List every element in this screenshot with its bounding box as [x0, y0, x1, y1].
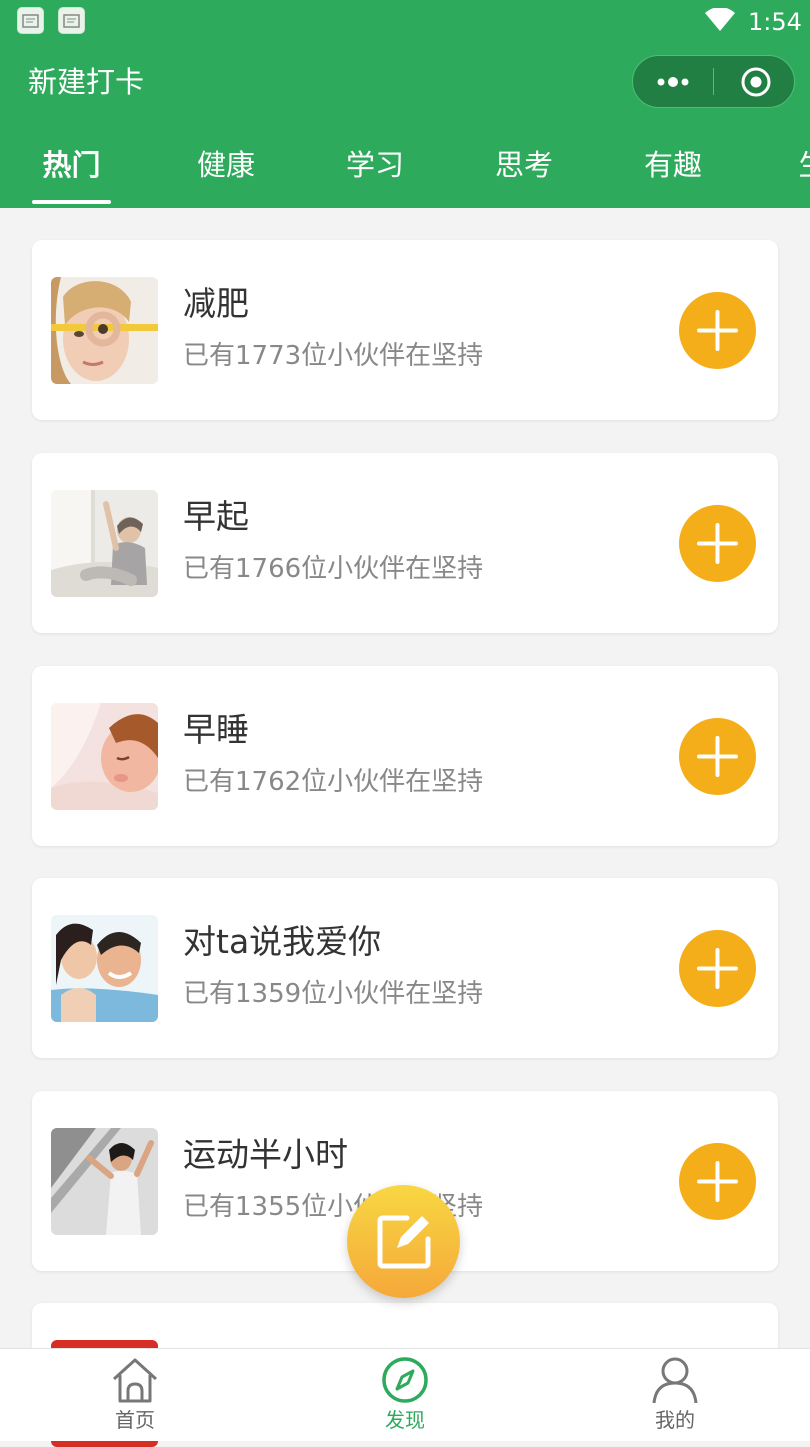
- habit-card[interactable]: 减肥 已有1773位小伙伴在坚持: [32, 240, 778, 420]
- habit-participants: 已有1766位小伙伴在坚持: [183, 554, 484, 584]
- habit-title: 运动半小时: [183, 1135, 348, 1174]
- habit-title: 早睡: [183, 710, 249, 749]
- habit-thumbnail: [51, 1128, 158, 1235]
- habit-thumbnail: [51, 703, 158, 810]
- habit-card[interactable]: 对ta说我爱你 已有1359位小伙伴在坚持: [32, 878, 778, 1058]
- create-habit-fab[interactable]: [347, 1185, 460, 1298]
- habit-card[interactable]: 早睡 已有1762位小伙伴在坚持: [32, 666, 778, 846]
- tabbar-label: 首页: [115, 1408, 155, 1432]
- add-habit-button[interactable]: [679, 1143, 756, 1220]
- habit-title: 对ta说我爱你: [183, 922, 382, 961]
- tab-health[interactable]: 健康: [185, 130, 267, 200]
- edit-note-icon: [377, 1215, 431, 1269]
- habit-title: 早起: [183, 497, 249, 536]
- habit-participants: 已有1359位小伙伴在坚持: [183, 979, 484, 1009]
- habit-title: 减肥: [183, 284, 249, 323]
- app-notification-icon: [17, 7, 44, 34]
- plus-icon: [697, 1161, 738, 1202]
- tabbar-item-home[interactable]: 首页: [0, 1349, 270, 1441]
- active-tab-indicator: [32, 200, 111, 204]
- add-habit-button[interactable]: [679, 930, 756, 1007]
- habit-participants: 已有1762位小伙伴在坚持: [183, 767, 484, 797]
- status-time: 1:54: [748, 8, 802, 36]
- tab-hot[interactable]: 热门: [32, 130, 111, 200]
- category-tabs: 热门 健康 学习 思考 有趣 生: [0, 130, 810, 208]
- tab-study[interactable]: 学习: [334, 130, 416, 200]
- tab-think[interactable]: 思考: [483, 130, 565, 200]
- child-sleeping-photo: [51, 703, 158, 810]
- tabbar-item-mine[interactable]: 我的: [540, 1349, 810, 1441]
- plus-icon: [697, 523, 738, 564]
- habit-card[interactable]: 早起 已有1766位小伙伴在坚持: [32, 453, 778, 633]
- tabbar-label: 发现: [385, 1408, 425, 1432]
- tab-life[interactable]: 生: [793, 130, 810, 200]
- more-dots-icon: [657, 77, 689, 87]
- header-bar: 1:54 新建打卡 热门 健康 学习 思考 有趣 生: [0, 0, 810, 208]
- status-bar: 1:54: [0, 0, 810, 44]
- bottom-tab-bar: 首页 发现 我的: [0, 1348, 810, 1441]
- add-habit-button[interactable]: [679, 718, 756, 795]
- habit-thumbnail: [51, 277, 158, 384]
- tabbar-label: 我的: [655, 1408, 695, 1432]
- woman-measuring-tape-photo: [51, 277, 158, 384]
- add-habit-button[interactable]: [679, 292, 756, 369]
- target-close-icon: [741, 67, 771, 97]
- habit-participants: 已有1773位小伙伴在坚持: [183, 341, 484, 371]
- plus-icon: [697, 948, 738, 989]
- close-button[interactable]: [714, 56, 794, 107]
- woman-stretching-bed-photo: [51, 490, 158, 597]
- add-habit-button[interactable]: [679, 505, 756, 582]
- tabbar-item-discover[interactable]: 发现: [270, 1349, 540, 1441]
- app-notification-icon: [58, 7, 85, 34]
- page-title: 新建打卡: [28, 65, 145, 99]
- woman-exercise-photo: [51, 1128, 158, 1235]
- couple-kiss-photo: [51, 915, 158, 1022]
- habit-thumbnail: [51, 490, 158, 597]
- home-icon: [112, 1358, 158, 1403]
- tab-fun[interactable]: 有趣: [632, 130, 714, 200]
- plus-icon: [697, 310, 738, 351]
- plus-icon: [697, 736, 738, 777]
- mini-program-capsule: [632, 55, 795, 108]
- more-button[interactable]: [633, 56, 713, 107]
- habit-thumbnail: [51, 915, 158, 1022]
- wifi-icon: [705, 8, 735, 31]
- compass-icon: [382, 1357, 428, 1403]
- user-icon: [652, 1357, 698, 1404]
